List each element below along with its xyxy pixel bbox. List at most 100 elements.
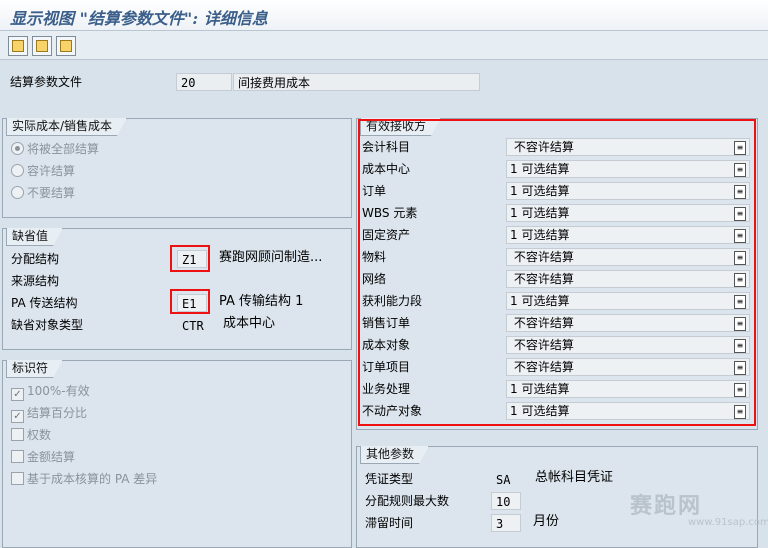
- chk-amount-settlement[interactable]: 金额结算: [11, 447, 75, 467]
- pa-transfer-text: PA 传输结构 1: [219, 294, 304, 309]
- receiver-label: 成本对象: [362, 338, 411, 352]
- doc-type-field: SA: [491, 470, 513, 488]
- radio-settle-allowed[interactable]: 容许结算: [11, 161, 75, 181]
- list-icon[interactable]: ≡: [734, 141, 746, 155]
- receiver-label: 物料: [362, 250, 387, 264]
- receiver-row: WBS 元素 1 可选结算 ≡: [362, 203, 750, 223]
- receiver-setting-value: 不容许结算: [510, 360, 574, 374]
- receiver-label: 订单: [362, 184, 387, 198]
- receiver-setting-field[interactable]: 1 可选结算 ≡: [506, 292, 750, 310]
- receiver-label: 会计科目: [362, 140, 411, 154]
- default-object-type-label: 缺省对象类型: [11, 318, 84, 332]
- receiver-setting-value: 1 可选结算: [510, 162, 570, 176]
- list-icon[interactable]: ≡: [734, 185, 746, 199]
- pa-transfer-label: PA 传送结构: [11, 296, 78, 310]
- list-icon[interactable]: ≡: [734, 383, 746, 397]
- list-icon[interactable]: ≡: [734, 229, 746, 243]
- indicators-group: 标识符 ✓ 100%-有效 ✓ 结算百分比 权数 金额结算 基于成本核算的 PA 差…: [2, 360, 352, 548]
- list-icon[interactable]: ≡: [734, 207, 746, 221]
- actual-cost-caption: 实际成本/销售成本: [6, 118, 127, 136]
- list-icon[interactable]: ≡: [734, 361, 746, 375]
- receiver-setting-field[interactable]: 不容许结算 ≡: [506, 138, 750, 156]
- window-title: 显示视图 "结算参数文件": 详细信息: [10, 9, 268, 28]
- radio-settle-fully[interactable]: 将被全部结算: [11, 139, 99, 159]
- watermark-url: www.91sap.com: [688, 517, 768, 528]
- receiver-label: 获利能力段: [362, 294, 423, 308]
- receiver-row: 物料 不容许结算 ≡: [362, 247, 750, 267]
- source-structure-label: 来源结构: [11, 274, 60, 288]
- receiver-setting-value: 1 可选结算: [510, 382, 570, 396]
- list-icon[interactable]: ≡: [734, 317, 746, 331]
- receiver-label: WBS 元素: [362, 206, 418, 220]
- receiver-setting-field[interactable]: 1 可选结算 ≡: [506, 402, 750, 420]
- highlight-alloc-structure: [170, 245, 210, 272]
- receiver-setting-field[interactable]: 不容许结算 ≡: [506, 248, 750, 266]
- default-object-type-text: 成本中心: [223, 316, 276, 331]
- other-entry-icon: [60, 40, 72, 52]
- receiver-setting-value: 不容许结算: [510, 272, 574, 286]
- receiver-row: 固定资产 1 可选结算 ≡: [362, 225, 750, 245]
- toolbar: [0, 31, 768, 60]
- receiver-setting-value: 不容许结算: [510, 250, 574, 264]
- prev-entry-icon: [12, 40, 24, 52]
- receiver-setting-field[interactable]: 1 可选结算 ≡: [506, 182, 750, 200]
- prev-entry-button[interactable]: [8, 36, 28, 56]
- list-icon[interactable]: ≡: [734, 295, 746, 309]
- chk-weighting[interactable]: 权数: [11, 425, 51, 445]
- receiver-label: 销售订单: [362, 316, 411, 330]
- receiver-setting-field[interactable]: 1 可选结算 ≡: [506, 204, 750, 222]
- receiver-setting-value: 1 可选结算: [510, 404, 570, 418]
- radio-no-settle[interactable]: 不要结算: [11, 183, 75, 203]
- receiver-setting-field[interactable]: 1 可选结算 ≡: [506, 160, 750, 178]
- retention-field[interactable]: 3: [491, 514, 521, 532]
- receiver-label: 订单项目: [362, 360, 411, 374]
- other-params-caption: 其他参数: [360, 446, 429, 464]
- receiver-row: 订单 1 可选结算 ≡: [362, 181, 750, 201]
- receiver-row: 获利能力段 1 可选结算 ≡: [362, 291, 750, 311]
- list-icon[interactable]: ≡: [734, 405, 746, 419]
- settlement-profile-code[interactable]: 20: [176, 73, 232, 91]
- chk-settle-percentage[interactable]: ✓ 结算百分比: [11, 403, 87, 423]
- receiver-label: 不动产对象: [362, 404, 423, 418]
- receiver-setting-field[interactable]: 不容许结算 ≡: [506, 358, 750, 376]
- list-icon[interactable]: ≡: [734, 163, 746, 177]
- list-icon[interactable]: ≡: [734, 273, 746, 287]
- default-object-type-field: CTR: [177, 316, 209, 334]
- settlement-profile-label: 结算参数文件: [10, 75, 83, 89]
- receiver-setting-value: 1 可选结算: [510, 294, 570, 308]
- list-icon[interactable]: ≡: [734, 339, 746, 353]
- watermark-logo: 赛跑网: [630, 493, 703, 519]
- next-entry-button[interactable]: [32, 36, 52, 56]
- doc-type-text: 总帐科目凭证: [535, 470, 614, 485]
- alloc-structure-label: 分配结构: [11, 252, 60, 266]
- receiver-setting-field[interactable]: 1 可选结算 ≡: [506, 380, 750, 398]
- receiver-setting-field[interactable]: 不容许结算 ≡: [506, 336, 750, 354]
- receiver-row: 不动产对象 1 可选结算 ≡: [362, 401, 750, 421]
- receiver-row: 销售订单 不容许结算 ≡: [362, 313, 750, 333]
- settlement-profile-description[interactable]: 间接费用成本: [233, 73, 480, 91]
- list-icon[interactable]: ≡: [734, 251, 746, 265]
- receiver-setting-value: 不容许结算: [510, 338, 574, 352]
- other-entry-button[interactable]: [56, 36, 76, 56]
- chk-100-valid[interactable]: ✓ 100%-有效: [11, 381, 90, 401]
- next-entry-icon: [36, 40, 48, 52]
- actual-cost-group: 实际成本/销售成本 将被全部结算 容许结算 不要结算: [2, 118, 352, 218]
- receiver-row: 业务处理 1 可选结算 ≡: [362, 379, 750, 399]
- receiver-setting-field[interactable]: 不容许结算 ≡: [506, 314, 750, 332]
- receiver-row: 成本中心 1 可选结算 ≡: [362, 159, 750, 179]
- doc-type-label: 凭证类型: [365, 472, 414, 486]
- highlight-pa-transfer: [170, 289, 210, 314]
- chk-pa-variance[interactable]: 基于成本核算的 PA 差异: [11, 469, 157, 489]
- receiver-row: 订单项目 不容许结算 ≡: [362, 357, 750, 377]
- receiver-setting-value: 不容许结算: [510, 316, 574, 330]
- max-rules-field[interactable]: 10: [491, 492, 521, 510]
- receiver-setting-field[interactable]: 1 可选结算 ≡: [506, 226, 750, 244]
- receiver-label: 固定资产: [362, 228, 411, 242]
- defaults-caption: 缺省值: [6, 228, 63, 246]
- receiver-label: 网络: [362, 272, 387, 286]
- receiver-setting-field[interactable]: 不容许结算 ≡: [506, 270, 750, 288]
- retention-label: 滞留时间: [365, 516, 414, 530]
- indicators-caption: 标识符: [6, 360, 63, 378]
- receiver-label: 业务处理: [362, 382, 411, 396]
- receiver-setting-value: 1 可选结算: [510, 206, 570, 220]
